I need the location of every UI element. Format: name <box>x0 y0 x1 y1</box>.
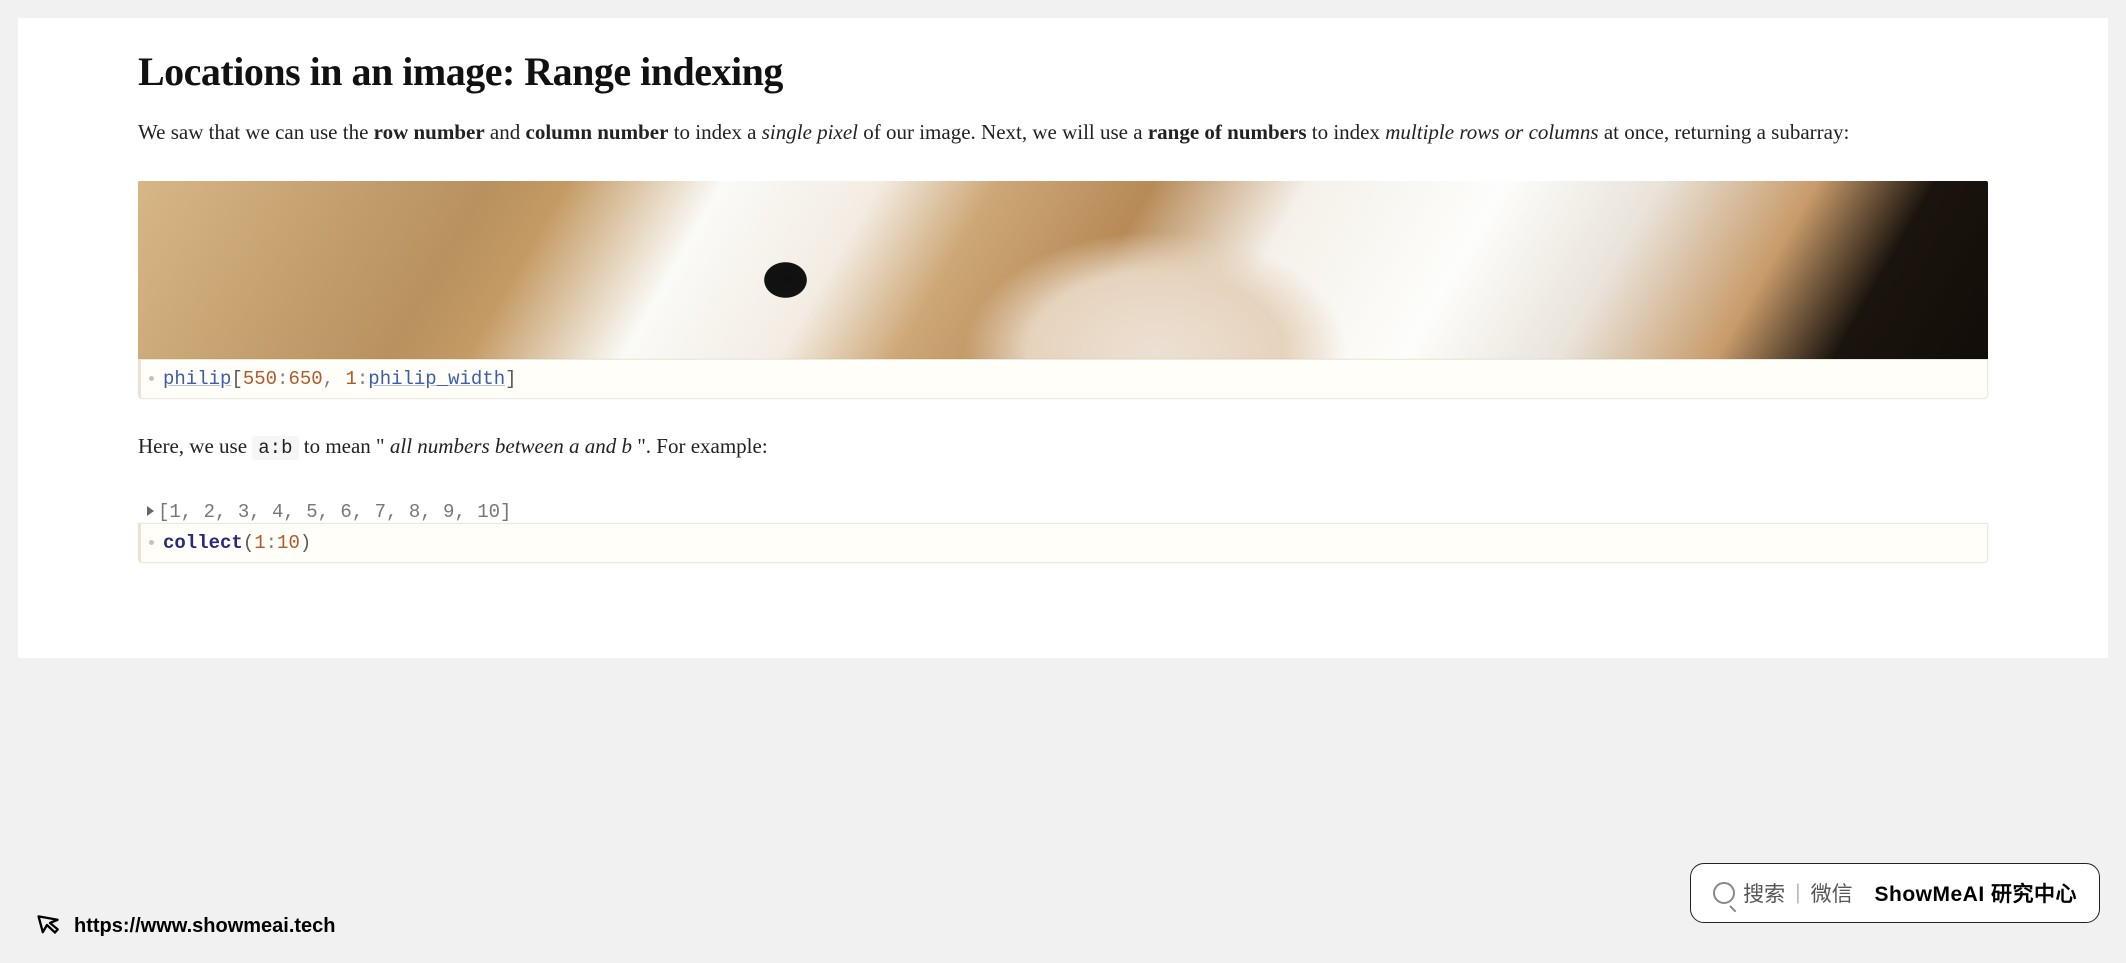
search-label: 搜索 <box>1743 878 1785 908</box>
output-cell[interactable]: [1, 2, 3, 4, 5, 6, 7, 8, 9, 10] <box>138 495 1988 527</box>
text: Here, we use <box>138 434 252 458</box>
code-cell-1[interactable]: philip[550:650, 1:philip_width] <box>138 359 1988 399</box>
text: ". For example: <box>637 434 767 458</box>
text: at once, returning a subarray: <box>1604 120 1849 144</box>
explain-paragraph: Here, we use a:b to mean " all numbers b… <box>138 427 1988 467</box>
text: to index <box>1312 120 1386 144</box>
footer-url: https://www.showmeai.tech <box>74 915 336 938</box>
bold-text: column number <box>526 120 669 144</box>
cell-bullet-icon <box>149 376 154 381</box>
code-number: 10 <box>277 532 300 554</box>
code-paren: ( <box>243 532 254 554</box>
cursor-icon <box>36 909 64 943</box>
search-pill[interactable]: 搜索 | 微信 ShowMeAI 研究中心 <box>1690 863 2100 923</box>
code-bracket: [ <box>231 368 242 390</box>
code-colon: : <box>357 368 368 390</box>
code-colon: : <box>277 368 288 390</box>
code-variable: philip_width <box>368 368 505 390</box>
italic-text: multiple rows or columns <box>1385 120 1598 144</box>
brand-label: ShowMeAI 研究中心 <box>1874 878 2077 908</box>
text: and <box>490 120 526 144</box>
output-text: [1, 2, 3, 4, 5, 6, 7, 8, 9, 10] <box>158 501 511 523</box>
code-bracket: ] <box>505 368 516 390</box>
italic-text: all numbers between a and b <box>390 434 632 458</box>
code-comma: , <box>323 368 346 390</box>
separator: | <box>1793 881 1802 905</box>
text: to index a <box>674 120 762 144</box>
code-number: 550 <box>243 368 277 390</box>
bold-text: row number <box>374 120 485 144</box>
page-title: Locations in an image: Range indexing <box>138 48 1988 95</box>
disclosure-triangle-icon[interactable] <box>147 506 154 516</box>
code-variable: philip <box>163 368 231 390</box>
text: We saw that we can use the <box>138 120 374 144</box>
code-number: 1 <box>254 532 265 554</box>
wechat-label: 微信 <box>1811 878 1853 908</box>
code-colon: : <box>266 532 277 554</box>
cell-bullet-icon <box>149 540 154 545</box>
code-paren: ) <box>300 532 311 554</box>
document-page: Locations in an image: Range indexing We… <box>18 18 2108 658</box>
text: of our image. Next, we will use a <box>863 120 1148 144</box>
text: to mean " <box>304 434 385 458</box>
code-number: 650 <box>288 368 322 390</box>
bold-text: range of numbers <box>1148 120 1307 144</box>
output-image-dog <box>138 181 1988 361</box>
inline-code: a:b <box>252 436 298 460</box>
code-number: 1 <box>345 368 356 390</box>
code-function: collect <box>163 532 243 554</box>
code-cell-2[interactable]: collect(1:10) <box>138 523 1988 563</box>
footer: https://www.showmeai.tech <box>36 909 336 943</box>
italic-text: single pixel <box>762 120 858 144</box>
search-icon <box>1713 882 1735 904</box>
intro-paragraph: We saw that we can use the row number an… <box>138 113 1988 153</box>
